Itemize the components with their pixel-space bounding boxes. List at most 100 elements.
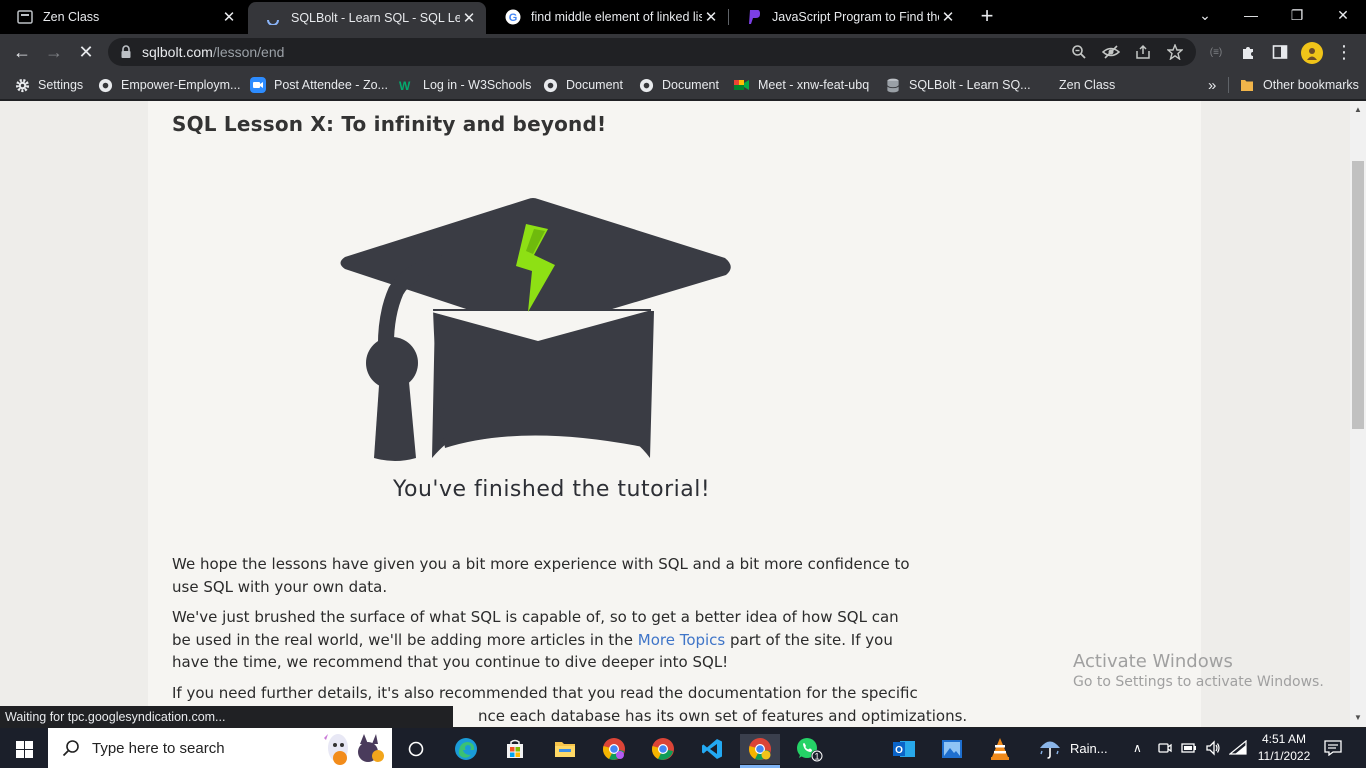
- tab-javascript-program[interactable]: JavaScript Program to Find the Fa ✕: [729, 0, 965, 34]
- weather-widget[interactable]: Rain...: [1038, 728, 1108, 768]
- weather-label: Rain...: [1070, 740, 1108, 756]
- search-placeholder: Type here to search: [92, 739, 225, 757]
- battery-icon[interactable]: [1181, 728, 1197, 768]
- other-bookmarks-folder[interactable]: Other bookmarks: [1239, 75, 1359, 95]
- zen-class-favicon-icon: [17, 9, 33, 25]
- lesson-content: SQL Lesson X: To infinity and beyond! Yo…: [148, 101, 1201, 727]
- bookmark-label: Zen Class: [1059, 78, 1116, 92]
- back-button[interactable]: ←: [8, 38, 36, 66]
- microsoft-store-icon[interactable]: [495, 734, 535, 764]
- tab-close-icon[interactable]: ✕: [460, 9, 478, 27]
- browser-toolbar: ← → ✕ sqlbolt.com/lesson/end (≡) ⋮: [0, 34, 1366, 70]
- tab-zen-class[interactable]: Zen Class ✕: [0, 0, 246, 34]
- tab-close-icon[interactable]: ✕: [702, 8, 720, 26]
- url-path: /lesson/end: [212, 44, 285, 60]
- more-topics-link[interactable]: More Topics: [638, 631, 726, 649]
- wifi-icon[interactable]: [1229, 728, 1247, 768]
- forward-button[interactable]: →: [40, 38, 68, 66]
- extensions-puzzle-icon[interactable]: [1238, 42, 1258, 62]
- page-scrollbar[interactable]: ▲ ▼: [1350, 101, 1366, 727]
- bookmark-star-icon[interactable]: [1166, 43, 1184, 61]
- svg-text:G: G: [509, 12, 518, 24]
- activate-windows-watermark: Activate Windows Go to Settings to activ…: [1073, 651, 1324, 690]
- share-icon[interactable]: [1134, 43, 1152, 61]
- clock-time: 4:51 AM: [1261, 732, 1307, 746]
- bookmark-document-2[interactable]: Document: [638, 75, 719, 95]
- chrome-icon: [542, 77, 558, 93]
- google-icon: G: [505, 9, 521, 25]
- whatsapp-badge: 1: [814, 752, 819, 762]
- scrollbar-thumb[interactable]: [1352, 161, 1364, 429]
- outlook-icon[interactable]: O: [884, 734, 924, 764]
- lock-icon: [120, 45, 132, 59]
- side-panel-icon[interactable]: [1270, 42, 1290, 62]
- paragraph-documentation-line2: nce each database has its own set of fea…: [478, 707, 968, 725]
- umbrella-rain-icon: [1038, 737, 1062, 759]
- paragraph-more-topics: We've just brushed the surface of what S…: [172, 606, 912, 674]
- meet-icon: [734, 77, 750, 93]
- vscode-icon[interactable]: [692, 734, 732, 764]
- show-hidden-icons-chevron-icon[interactable]: ∧: [1133, 728, 1142, 768]
- whatsapp-icon[interactable]: 1: [789, 734, 829, 764]
- chrome-menu-icon[interactable]: ⋮: [1334, 42, 1354, 62]
- vlc-icon[interactable]: [980, 734, 1020, 764]
- tab-title: Zen Class: [43, 10, 100, 24]
- bookmark-zen-class[interactable]: Zen Class: [1035, 75, 1115, 95]
- url-text[interactable]: sqlbolt.com/lesson/end: [142, 44, 284, 60]
- minimize-button[interactable]: —: [1228, 0, 1274, 30]
- address-bar[interactable]: sqlbolt.com/lesson/end: [108, 38, 1196, 66]
- bookmark-document-1[interactable]: Document: [542, 75, 623, 95]
- photos-icon[interactable]: [932, 734, 972, 764]
- tab-search-button[interactable]: ⌄: [1182, 0, 1228, 30]
- bookmark-w3schools[interactable]: W Log in - W3Schools: [399, 75, 531, 95]
- activate-subtitle: Go to Settings to activate Windows.: [1073, 674, 1324, 690]
- tab-sqlbolt[interactable]: SQLBolt - Learn SQL - SQL Lesson ✕: [248, 2, 486, 34]
- extension-bracket-icon[interactable]: (≡): [1206, 42, 1226, 62]
- bookmark-empower[interactable]: Empower-Employm...: [97, 75, 240, 95]
- windows-taskbar: Type here to search 1 O Rain... ∧ 4:51 A…: [0, 728, 1366, 768]
- bookmark-label: Empower-Employm...: [121, 78, 241, 92]
- bookmark-label: Meet - xnw-feat-ubq: [758, 78, 870, 92]
- taskbar-search-box[interactable]: Type here to search: [48, 728, 392, 768]
- meet-now-icon[interactable]: [1157, 728, 1173, 768]
- task-view-icon[interactable]: [396, 734, 436, 764]
- bookmark-label: Document: [662, 78, 719, 92]
- bookmark-label: Post Attendee - Zo...: [274, 78, 388, 92]
- volume-icon[interactable]: [1205, 728, 1221, 768]
- scroll-down-arrow-icon[interactable]: ▼: [1354, 713, 1362, 722]
- system-clock[interactable]: 4:51 AM 11/1/2022: [1253, 731, 1315, 765]
- programiz-icon: [746, 9, 762, 25]
- chrome-profile-2-icon[interactable]: [643, 734, 683, 764]
- bookmark-sqlbolt[interactable]: SQLBolt - Learn SQ...: [885, 75, 1031, 95]
- stop-loading-button[interactable]: ✕: [72, 38, 100, 66]
- windows-start-icon[interactable]: [4, 734, 44, 764]
- edge-icon[interactable]: [446, 734, 486, 764]
- notifications-icon[interactable]: [1324, 728, 1342, 768]
- restore-button[interactable]: ❐: [1274, 0, 1320, 30]
- scroll-up-arrow-icon[interactable]: ▲: [1354, 105, 1362, 114]
- clock-date: 11/1/2022: [1257, 749, 1311, 763]
- svg-text:W: W: [399, 79, 411, 92]
- tab-close-icon[interactable]: ✕: [220, 8, 238, 26]
- bookmark-meet[interactable]: Meet - xnw-feat-ubq: [734, 75, 869, 95]
- folder-icon: [1239, 77, 1255, 93]
- graduation-cap-icon: [340, 198, 731, 461]
- bookmark-label: Settings: [38, 78, 84, 92]
- new-tab-button[interactable]: +: [976, 5, 998, 27]
- window-close-button[interactable]: ✕: [1320, 0, 1366, 30]
- bookmark-settings[interactable]: Settings: [14, 75, 83, 95]
- paragraph-experience: We hope the lessons have given you a bit…: [172, 555, 910, 596]
- profile-avatar-icon[interactable]: [1301, 42, 1323, 64]
- chrome-active-icon[interactable]: [740, 734, 780, 764]
- chrome-icon: [638, 77, 654, 93]
- tab-close-icon[interactable]: ✕: [939, 8, 957, 26]
- blank-page-icon: [1035, 77, 1051, 93]
- zoom-icon[interactable]: [1070, 43, 1088, 61]
- bookmarks-overflow-button[interactable]: »: [1208, 75, 1216, 95]
- loading-spinner-icon: [265, 10, 281, 26]
- file-explorer-icon[interactable]: [545, 734, 585, 764]
- bookmark-zoom-attendee[interactable]: Post Attendee - Zo...: [250, 75, 388, 95]
- chrome-profile-1-icon[interactable]: [594, 734, 634, 764]
- tab-google-search[interactable]: G find middle element of linked list ✕: [488, 0, 728, 34]
- eye-off-icon[interactable]: [1102, 43, 1120, 61]
